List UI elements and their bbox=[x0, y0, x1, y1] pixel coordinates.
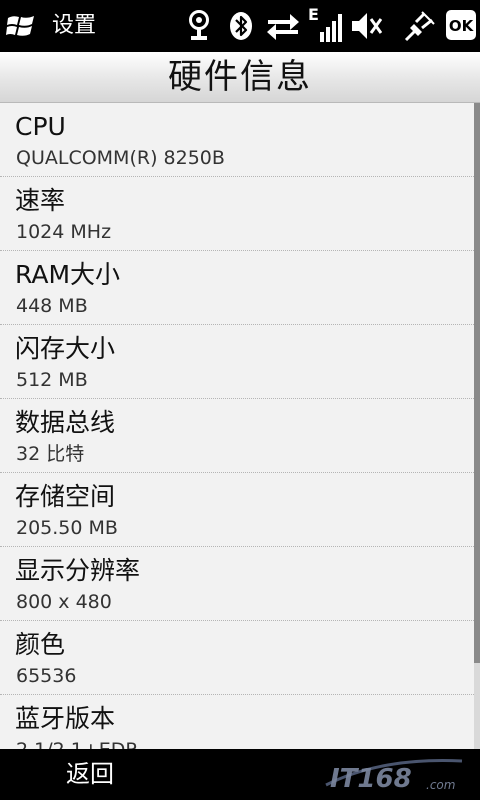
item-label: CPU bbox=[15, 112, 66, 141]
screen: 设置 E OK 硬件信息 CPU QUALCOMM(R) 8250B 速率 10… bbox=[0, 0, 480, 800]
item-value: 205.50 MB bbox=[16, 517, 118, 539]
item-value: 1024 MHz bbox=[16, 221, 112, 243]
speaker-muted-icon[interactable] bbox=[350, 10, 382, 42]
item-label: 显示分辨率 bbox=[15, 556, 141, 585]
item-value: 2.1/2.1+EDR bbox=[16, 738, 139, 749]
list-item-data-bus[interactable]: 数据总线 32 比特 bbox=[0, 399, 474, 473]
app-title: 设置 bbox=[52, 13, 97, 38]
item-value: 32 比特 bbox=[16, 443, 85, 465]
page-header: 硬件信息 bbox=[0, 52, 480, 103]
list-item-storage-space[interactable]: 存储空间 205.50 MB bbox=[0, 473, 474, 547]
data-sync-arrows-icon[interactable] bbox=[266, 10, 300, 42]
list-item-bluetooth-version[interactable]: 蓝牙版本 2.1/2.1+EDR bbox=[0, 695, 474, 749]
item-label: 颜色 bbox=[15, 630, 66, 659]
item-label: 数据总线 bbox=[15, 408, 116, 437]
status-bar: 设置 E OK bbox=[0, 0, 480, 52]
list-item-colors[interactable]: 颜色 65536 bbox=[0, 621, 474, 695]
watermark-suffix: .com bbox=[426, 778, 455, 792]
hardware-info-list[interactable]: CPU QUALCOMM(R) 8250B 速率 1024 MHz RAM大小 … bbox=[0, 103, 474, 749]
ok-button[interactable]: OK bbox=[446, 10, 476, 40]
item-label: 蓝牙版本 bbox=[15, 704, 116, 733]
item-value: 448 MB bbox=[16, 295, 88, 317]
scrollbar-thumb[interactable] bbox=[474, 103, 480, 663]
list-item-display-resolution[interactable]: 显示分辨率 800 x 480 bbox=[0, 547, 474, 621]
location-pin-icon[interactable] bbox=[186, 10, 212, 42]
back-button[interactable]: 返回 bbox=[52, 749, 128, 800]
it168-watermark-logo: IT168 .com bbox=[325, 759, 463, 794]
network-type-label: E bbox=[308, 6, 319, 24]
item-label: 闪存大小 bbox=[15, 334, 116, 363]
list-scrollbar[interactable] bbox=[474, 103, 480, 749]
charging-plug-icon[interactable] bbox=[402, 10, 436, 42]
list-item-clock-speed[interactable]: 速率 1024 MHz bbox=[0, 177, 474, 251]
page-title: 硬件信息 bbox=[168, 57, 312, 97]
list-item-cpu[interactable]: CPU QUALCOMM(R) 8250B bbox=[0, 103, 474, 177]
item-value: 800 x 480 bbox=[16, 591, 112, 613]
list-item-ram-size[interactable]: RAM大小 448 MB bbox=[0, 251, 474, 325]
windows-start-icon[interactable] bbox=[6, 12, 36, 40]
list-item-flash-size[interactable]: 闪存大小 512 MB bbox=[0, 325, 474, 399]
item-value: 65536 bbox=[16, 665, 77, 687]
watermark-brand: IT168 bbox=[330, 764, 412, 794]
softkey-bar: 返回 IT168 .com bbox=[0, 749, 480, 800]
bluetooth-icon[interactable] bbox=[228, 10, 254, 42]
ok-button-label: OK bbox=[449, 17, 475, 35]
item-value: 512 MB bbox=[16, 369, 88, 391]
signal-strength-icon[interactable]: E bbox=[306, 6, 344, 44]
item-label: 存储空间 bbox=[15, 482, 116, 511]
item-label: 速率 bbox=[15, 186, 66, 215]
item-label: RAM大小 bbox=[15, 260, 121, 289]
item-value: QUALCOMM(R) 8250B bbox=[16, 147, 225, 169]
